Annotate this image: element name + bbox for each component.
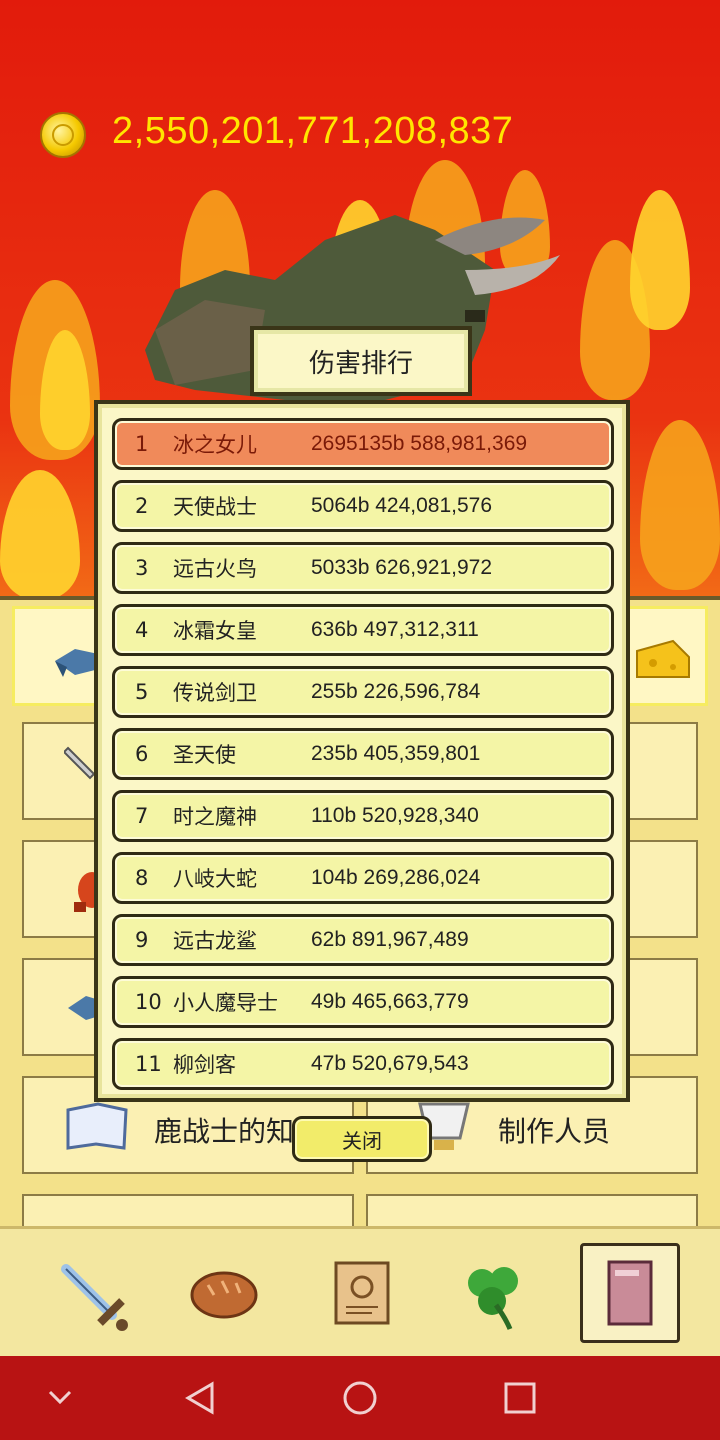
menu-tile[interactable] (626, 722, 698, 820)
ranking-score: 2695135b 588,981,369 (311, 432, 528, 455)
dialog-title: 伤害排行 (308, 348, 413, 379)
ranking-score: 5033b 626,921,972 (311, 556, 493, 579)
tab-bread[interactable] (174, 1243, 274, 1343)
home-circle-icon[interactable] (334, 1372, 386, 1424)
ranking-name: 八岐大蛇 (173, 867, 257, 891)
tab-scroll[interactable] (312, 1243, 412, 1343)
open-book-icon (66, 1102, 128, 1150)
ranking-rank: 11 (135, 1052, 162, 1076)
bread-icon (190, 1271, 258, 1319)
ranking-name: 冰之女儿 (173, 433, 257, 457)
ranking-name: 小人魔导士 (173, 991, 278, 1015)
ranking-score: 47b 520,679,543 (311, 1052, 469, 1075)
back-triangle-icon[interactable] (174, 1372, 226, 1424)
close-button-label: 关闭 (342, 1128, 382, 1153)
ranking-score: 104b 269,286,024 (311, 866, 481, 889)
ranking-score: 110b 520,928,340 (311, 804, 479, 827)
ranking-score: 255b 226,596,784 (311, 680, 481, 703)
ranking-rank: 9 (135, 928, 149, 952)
gold-coin-icon (40, 112, 86, 158)
ranking-rank: 2 (135, 494, 149, 518)
flame-decoration (630, 190, 690, 330)
ranking-row: 7 时之魔神 110b 520,928,340 (112, 790, 614, 842)
ranking-score: 62b 891,967,489 (311, 928, 469, 951)
ranking-row: 3 远古火鸟 5033b 626,921,972 (112, 542, 614, 594)
ranking-rank: 5 (135, 680, 149, 704)
ranking-name: 时之魔神 (173, 805, 257, 829)
ranking-row: 10 小人魔导士 49b 465,663,779 (112, 976, 614, 1028)
ranking-name: 冰霜女皇 (173, 619, 257, 643)
ranking-score: 5064b 424,081,576 (311, 494, 493, 517)
tab-book[interactable] (580, 1243, 680, 1343)
ranking-row: 2 天使战士 5064b 424,081,576 (112, 480, 614, 532)
tab-clover[interactable] (444, 1243, 544, 1343)
ranking-row: 5 传说剑卫 255b 226,596,784 (112, 666, 614, 718)
clover-icon (468, 1267, 518, 1330)
dialog-title-box: 伤害排行 (250, 326, 472, 396)
ranking-score: 235b 405,359,801 (311, 742, 481, 765)
ranking-row: 11 柳剑客 47b 520,679,543 (112, 1038, 614, 1090)
ranking-name: 柳剑客 (173, 1053, 236, 1077)
damage-ranking-panel: 1 冰之女儿 2695135b 588,981,369 2 天使战士 5064b 424,… (94, 400, 630, 1102)
ranking-row: 8 八岐大蛇 104b 269,286,024 (112, 852, 614, 904)
ranking-score: 636b 497,312,311 (311, 618, 479, 641)
ranking-score: 49b 465,663,779 (311, 990, 469, 1013)
system-nav-bar (0, 1356, 720, 1440)
recents-square-icon[interactable] (494, 1372, 546, 1424)
chevron-down-icon[interactable] (34, 1372, 86, 1424)
ranking-rank: 4 (135, 618, 149, 642)
gold-amount: 2,550,201,771,208,837 (112, 110, 514, 152)
ranking-rank: 3 (135, 556, 149, 580)
ranking-rank: 10 (135, 990, 162, 1014)
ranking-name: 远古龙鲨 (173, 929, 257, 953)
flame-decoration (640, 420, 720, 590)
ranking-name: 圣天使 (173, 743, 236, 767)
ranking-rank: 6 (135, 742, 149, 766)
ranking-name: 远古火鸟 (173, 557, 257, 581)
cheese-icon (636, 639, 690, 678)
sword-icon (61, 1264, 128, 1331)
ranking-rank: 1 (135, 432, 149, 456)
ranking-name: 传说剑卫 (173, 681, 257, 705)
ranking-rank: 8 (135, 866, 149, 890)
credits-label: 制作人员 (498, 1115, 611, 1148)
bottom-tab-bar (0, 1226, 720, 1359)
close-button[interactable]: 关闭 (292, 1116, 432, 1162)
ranking-row: 1 冰之女儿 2695135b 588,981,369 (112, 418, 614, 470)
flame-decoration (0, 470, 80, 600)
ranking-row: 9 远古龙鲨 62b 891,967,489 (112, 914, 614, 966)
tab-sword[interactable] (42, 1243, 142, 1343)
ranking-row: 4 冰霜女皇 636b 497,312,311 (112, 604, 614, 656)
ranking-rank: 7 (135, 804, 149, 828)
ranking-row: 6 圣天使 235b 405,359,801 (112, 728, 614, 780)
ranking-name: 天使战士 (173, 495, 257, 519)
scroll-icon (334, 1261, 390, 1325)
menu-tile[interactable] (626, 840, 698, 938)
book-icon (607, 1260, 653, 1326)
menu-tile[interactable] (626, 958, 698, 1056)
